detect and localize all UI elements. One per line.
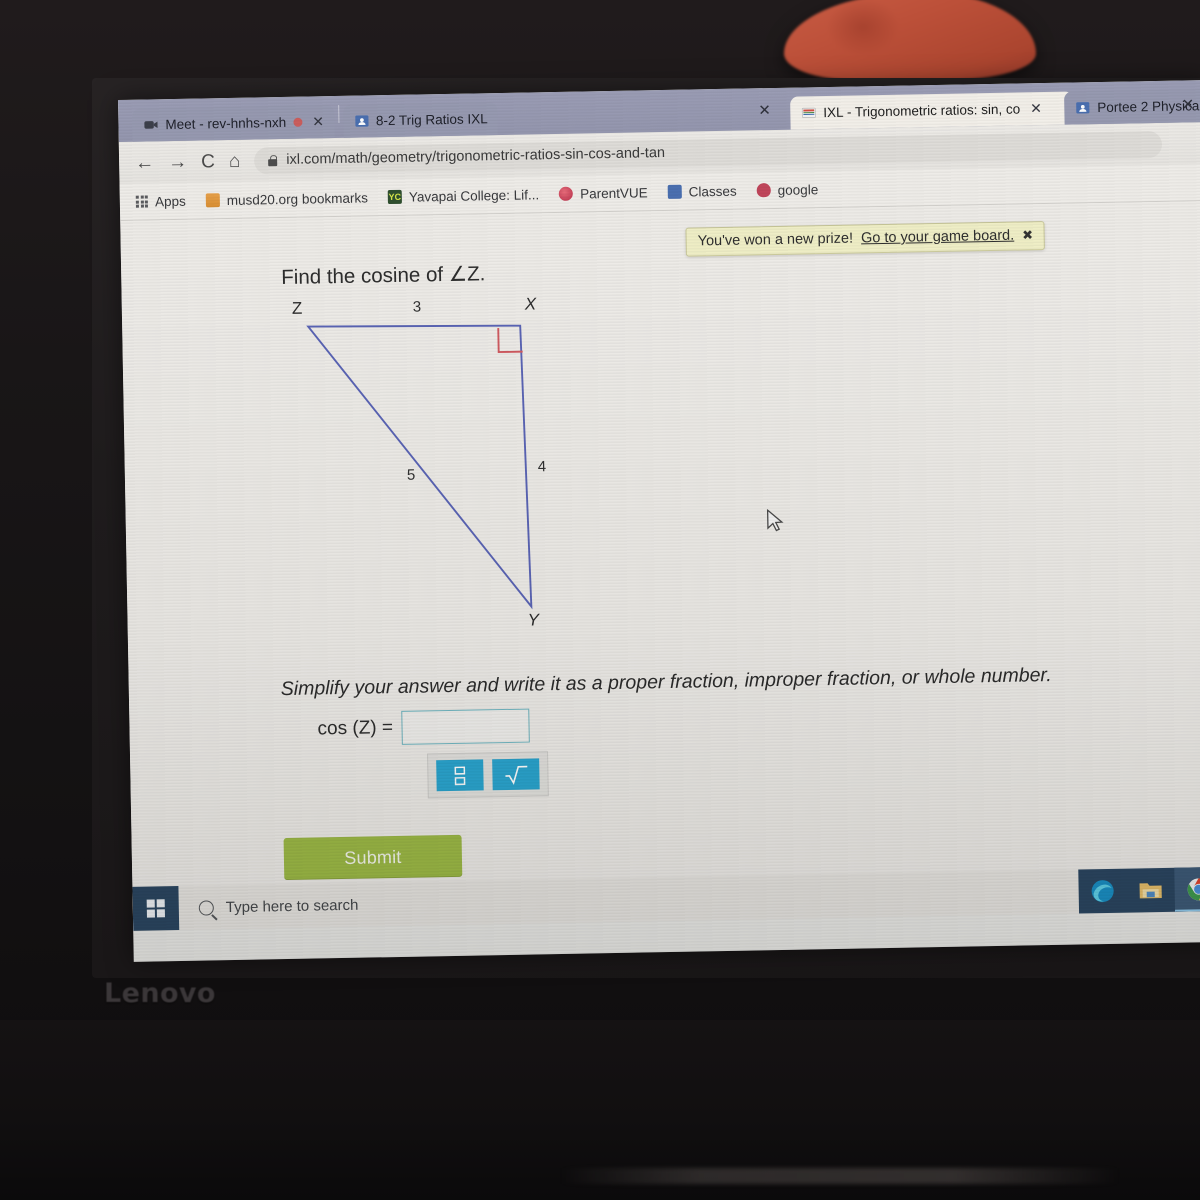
answer-label: cos (Z) = (317, 717, 394, 740)
recording-indicator-icon (293, 117, 303, 127)
chrome-icon[interactable] (1174, 866, 1200, 912)
forward-icon[interactable]: → (168, 151, 187, 172)
red-fabric-object (784, 0, 1036, 80)
question-prompt: Find the cosine of ∠Z. (281, 262, 486, 290)
edge-icon[interactable] (1078, 869, 1127, 914)
bookmark-musd20[interactable]: musd20.org bookmarks (205, 189, 369, 208)
bookmark-google[interactable]: google (756, 181, 819, 198)
start-button[interactable] (132, 886, 180, 931)
tab-title: IXL - Trigonometric ratios: sin, co (823, 101, 1021, 121)
tab-title: 8-2 Trig Ratios IXL (375, 111, 488, 129)
bookmark-label: musd20.org bookmarks (226, 189, 369, 208)
laptop-keyboard-deck (0, 1020, 1200, 1200)
meet-icon (144, 121, 158, 129)
vertex-label-z: Z (291, 298, 303, 318)
side-label-zx: 3 (412, 298, 422, 316)
tab-title: Meet - rev-hnhs-nxh (165, 114, 287, 133)
apps-grid-icon (135, 195, 149, 208)
classroom-icon (354, 115, 369, 127)
bookmark-label: Apps (154, 193, 186, 209)
prize-notification-banner: You've won a new prize! Go to your game … (685, 221, 1046, 257)
side-label-xy: 4 (537, 458, 547, 476)
browser-tab-portee-pe[interactable]: Portee 2 Physical Education (1064, 86, 1200, 125)
address-bar-url: ixl.com/math/geometry/trigonometric-rati… (286, 144, 666, 168)
browser-tab-ixl-active[interactable]: IXL - Trigonometric ratios: sin, co ✕ (790, 91, 1074, 130)
answer-row: cos (Z) = (317, 708, 531, 747)
windows-logo-icon (146, 899, 165, 918)
answer-input[interactable] (401, 708, 531, 745)
browser-tab-trig-ratios[interactable]: 8-2 Trig Ratios IXL (342, 102, 499, 138)
laptop-screen: Meet - rev-hnhs-nxh ✕ 8-2 Trig Ratios IX… (118, 80, 1200, 962)
yc-icon: YC (387, 189, 402, 205)
bookmark-apps[interactable]: Apps (135, 193, 186, 209)
classroom-icon (667, 184, 682, 199)
taskbar-search-placeholder: Type here to search (225, 896, 359, 916)
bookmark-classes[interactable]: Classes (667, 183, 737, 200)
lenovo-logo: Lenovo (104, 978, 216, 1009)
bookmark-label: ParentVUE (580, 184, 648, 202)
tab-close-icon-2[interactable]: ✕ (758, 101, 771, 119)
fraction-button[interactable] (436, 759, 484, 792)
prize-link[interactable]: Go to your game board. (861, 228, 1014, 247)
ixl-page-content: You've won a new prize! Go to your game … (120, 201, 1200, 931)
back-icon[interactable]: ← (135, 152, 154, 173)
search-icon (198, 899, 214, 916)
mouse-cursor-icon (766, 508, 784, 532)
reload-icon[interactable]: C (201, 151, 215, 172)
triangle-svg (306, 324, 533, 610)
tab-close-icon[interactable]: ✕ (309, 113, 324, 130)
bookmark-label: Yavapai College: Lif... (408, 186, 540, 205)
google-icon (756, 183, 771, 198)
ixl-icon (801, 107, 816, 118)
triangle-figure: Z X Y 3 4 5 (272, 294, 748, 654)
prize-message: You've won a new prize! (697, 230, 854, 250)
parentvue-icon (559, 186, 574, 201)
answer-instruction: Simplify your answer and write it as a p… (280, 663, 1052, 701)
browser-tab-meet[interactable]: Meet - rev-hnhs-nxh ✕ (132, 105, 335, 142)
bookmark-yavapai[interactable]: YC Yavapai College: Lif... (387, 186, 540, 205)
bookmark-parentvue[interactable]: ParentVUE (559, 185, 648, 202)
bookmark-label: Classes (688, 183, 737, 200)
math-keypad (427, 751, 549, 799)
submit-button[interactable]: Submit (283, 834, 463, 881)
bookmark-label: google (777, 181, 819, 198)
folder-icon (205, 193, 220, 208)
side-label-zy: 5 (406, 466, 416, 484)
lock-icon (268, 155, 277, 166)
vertex-label-y: Y (527, 610, 540, 630)
tab-close-icon[interactable]: ✕ (1027, 100, 1042, 117)
square-root-button[interactable] (492, 758, 540, 791)
tab-close-icon-4[interactable]: ✕ (1182, 95, 1195, 113)
close-icon[interactable]: ✖ (1022, 227, 1033, 243)
classroom-icon (1076, 102, 1090, 114)
taskbar-search[interactable]: Type here to search (179, 883, 1079, 916)
tab-separator (337, 104, 339, 123)
file-explorer-icon[interactable] (1126, 868, 1175, 913)
home-icon[interactable]: ⌂ (229, 150, 241, 171)
taskbar-app-tray (1078, 866, 1200, 914)
vertex-label-x: X (524, 294, 537, 314)
photo-scene: Lenovo Meet - rev-hnhs-nxh ✕ 8-2 Trig Ra… (0, 0, 1200, 1200)
